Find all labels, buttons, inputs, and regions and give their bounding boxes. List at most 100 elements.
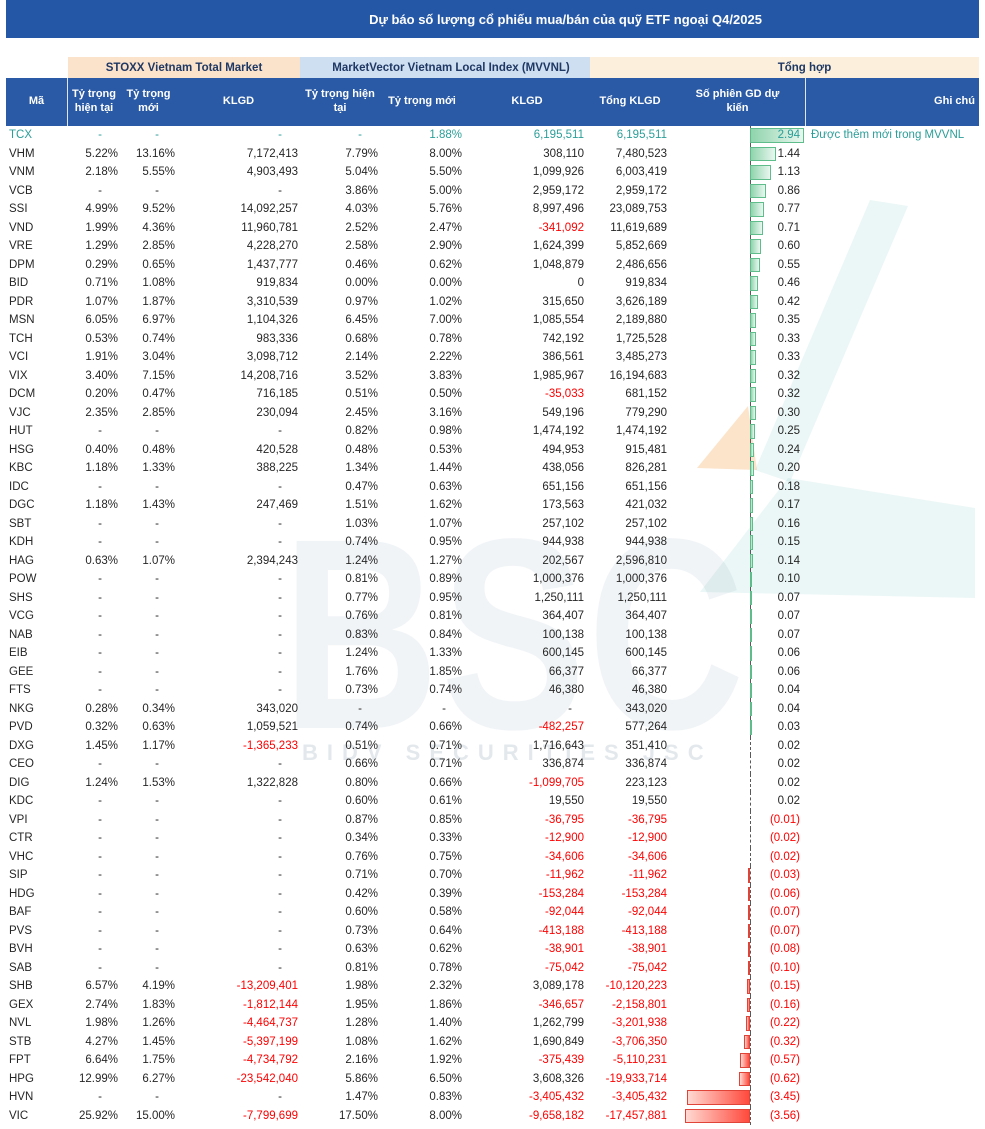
so-phien-value: 0.55 [778, 256, 800, 275]
cell-mvvnl-klgd: 1,099,926 [464, 166, 590, 178]
cell-stoxx-klgd: 388,225 [177, 462, 300, 474]
negative-data-bar [747, 979, 750, 994]
table-row: VPI---0.87%0.85%-36,795-36,795(0.01) [6, 811, 979, 830]
negative-data-bar [744, 1035, 750, 1050]
positive-data-bar [750, 350, 756, 365]
table-row: GEE---1.76%1.85%66,37766,3770.06 [6, 663, 979, 682]
cell-tong-klgd: 343,020 [590, 703, 670, 715]
cell-mvvnl-ty-trong-moi: 2.22% [380, 351, 464, 363]
positive-data-bar [750, 239, 761, 254]
cell-mvvnl-ty-trong-moi: 0.78% [380, 962, 464, 974]
cell-mvvnl-klgd: 3,089,178 [464, 980, 590, 992]
cell-stoxx-ty-trong-hien-tai: 3.40% [68, 370, 120, 382]
cell-ticker: CEO [6, 758, 68, 770]
report-title: Dự báo số lượng cổ phiếu mua/bán của quỹ… [369, 12, 762, 27]
cell-mvvnl-klgd: -482,257 [464, 721, 590, 733]
cell-ticker: GEX [6, 999, 68, 1011]
cell-mvvnl-ty-trong-hien-tai: 0.68% [300, 333, 380, 345]
cell-mvvnl-klgd: -35,033 [464, 388, 590, 400]
cell-so-phien-gd: 0.24 [670, 441, 805, 460]
cell-so-phien-gd: (0.22) [670, 1014, 805, 1033]
cell-mvvnl-klgd: 1,262,799 [464, 1017, 590, 1029]
cell-stoxx-ty-trong-hien-tai: - [68, 758, 120, 770]
cell-mvvnl-ty-trong-hien-tai: 2.52% [300, 222, 380, 234]
data-bar-axis [750, 922, 751, 941]
cell-mvvnl-ty-trong-hien-tai: 1.34% [300, 462, 380, 474]
cell-ticker: HVN [6, 1091, 68, 1103]
cell-mvvnl-klgd: -92,044 [464, 906, 590, 918]
cell-ticker: GEE [6, 666, 68, 678]
cell-stoxx-klgd: - [177, 832, 300, 844]
so-phien-value: 1.13 [778, 163, 800, 182]
cell-stoxx-ty-trong-hien-tai: 4.27% [68, 1036, 120, 1048]
cell-mvvnl-ty-trong-moi: 0.85% [380, 814, 464, 826]
positive-data-bar [750, 387, 756, 402]
cell-tong-klgd: -2,158,801 [590, 999, 670, 1011]
cell-stoxx-ty-trong-moi: - [120, 592, 177, 604]
cell-stoxx-ty-trong-moi: - [120, 906, 177, 918]
data-bar-axis [750, 996, 751, 1015]
cell-stoxx-ty-trong-moi: 9.52% [120, 203, 177, 215]
cell-mvvnl-ty-trong-hien-tai: 5.04% [300, 166, 380, 178]
cell-mvvnl-ty-trong-moi: 1.02% [380, 296, 464, 308]
cell-mvvnl-ty-trong-hien-tai: - [300, 129, 380, 141]
cell-ticker: BID [6, 277, 68, 289]
table-row: VND1.99%4.36%11,960,7812.52%2.47%-341,09… [6, 219, 979, 238]
cell-mvvnl-ty-trong-moi: 0.70% [380, 869, 464, 881]
cell-ticker: VCI [6, 351, 68, 363]
cell-stoxx-ty-trong-moi: 0.48% [120, 444, 177, 456]
cell-stoxx-ty-trong-moi: 1.08% [120, 277, 177, 289]
cell-stoxx-klgd: - [177, 851, 300, 863]
cell-stoxx-klgd: - [177, 536, 300, 548]
cell-stoxx-klgd: -4,734,792 [177, 1054, 300, 1066]
so-phien-value: (3.45) [770, 1088, 800, 1107]
cell-stoxx-ty-trong-hien-tai: 1.29% [68, 240, 120, 252]
cell-so-phien-gd: 0.17 [670, 496, 805, 515]
cell-stoxx-klgd: 983,336 [177, 333, 300, 345]
cell-mvvnl-klgd: 3,608,326 [464, 1073, 590, 1085]
cell-tong-klgd: -12,900 [590, 832, 670, 844]
so-phien-value: 0.25 [778, 422, 800, 441]
data-bar-axis [750, 792, 751, 811]
cell-stoxx-ty-trong-moi: 2.85% [120, 240, 177, 252]
table-row: PDR1.07%1.87%3,310,5390.97%1.02%315,6503… [6, 293, 979, 312]
cell-stoxx-klgd: - [177, 758, 300, 770]
table-row: FTS---0.73%0.74%46,38046,3800.04 [6, 681, 979, 700]
column-header-tong-klgd: Tổng KLGD [590, 78, 670, 126]
positive-data-bar [750, 221, 763, 236]
cell-mvvnl-ty-trong-hien-tai: 0.47% [300, 481, 380, 493]
table-row: VHC---0.76%0.75%-34,606-34,606(0.02) [6, 848, 979, 867]
cell-stoxx-klgd: - [177, 962, 300, 974]
column-header-ghi-chu: Ghi chú [805, 78, 979, 126]
cell-ticker: NVL [6, 1017, 68, 1029]
cell-mvvnl-klgd: -12,900 [464, 832, 590, 844]
so-phien-value: 0.46 [778, 274, 800, 293]
group-header-spacer [6, 57, 68, 78]
cell-stoxx-ty-trong-moi: 3.04% [120, 351, 177, 363]
cell-so-phien-gd: 0.77 [670, 200, 805, 219]
cell-ticker: VPI [6, 814, 68, 826]
cell-ticker: POW [6, 573, 68, 585]
cell-stoxx-ty-trong-moi: 1.87% [120, 296, 177, 308]
data-bar-axis [750, 737, 751, 756]
table-row: EIB---1.24%1.33%600,145600,1450.06 [6, 644, 979, 663]
cell-stoxx-ty-trong-moi: - [120, 481, 177, 493]
so-phien-value: 0.10 [778, 570, 800, 589]
cell-mvvnl-ty-trong-hien-tai: 0.60% [300, 906, 380, 918]
so-phien-value: 0.02 [778, 792, 800, 811]
cell-mvvnl-ty-trong-hien-tai: 1.51% [300, 499, 380, 511]
cell-ticker: VNM [6, 166, 68, 178]
table-row: HSG0.40%0.48%420,5280.48%0.53%494,953915… [6, 441, 979, 460]
cell-so-phien-gd: 0.33 [670, 348, 805, 367]
so-phien-value: 0.07 [778, 626, 800, 645]
so-phien-value: 0.71 [778, 219, 800, 238]
so-phien-value: 0.02 [778, 737, 800, 756]
cell-stoxx-ty-trong-moi: - [120, 518, 177, 530]
cell-ticker: DXG [6, 740, 68, 752]
data-bar-axis [750, 959, 751, 978]
negative-data-bar [748, 961, 750, 976]
cell-stoxx-ty-trong-hien-tai: 2.18% [68, 166, 120, 178]
cell-mvvnl-ty-trong-moi: 0.62% [380, 943, 464, 955]
cell-ticker: SHB [6, 980, 68, 992]
so-phien-value: (0.15) [770, 977, 800, 996]
